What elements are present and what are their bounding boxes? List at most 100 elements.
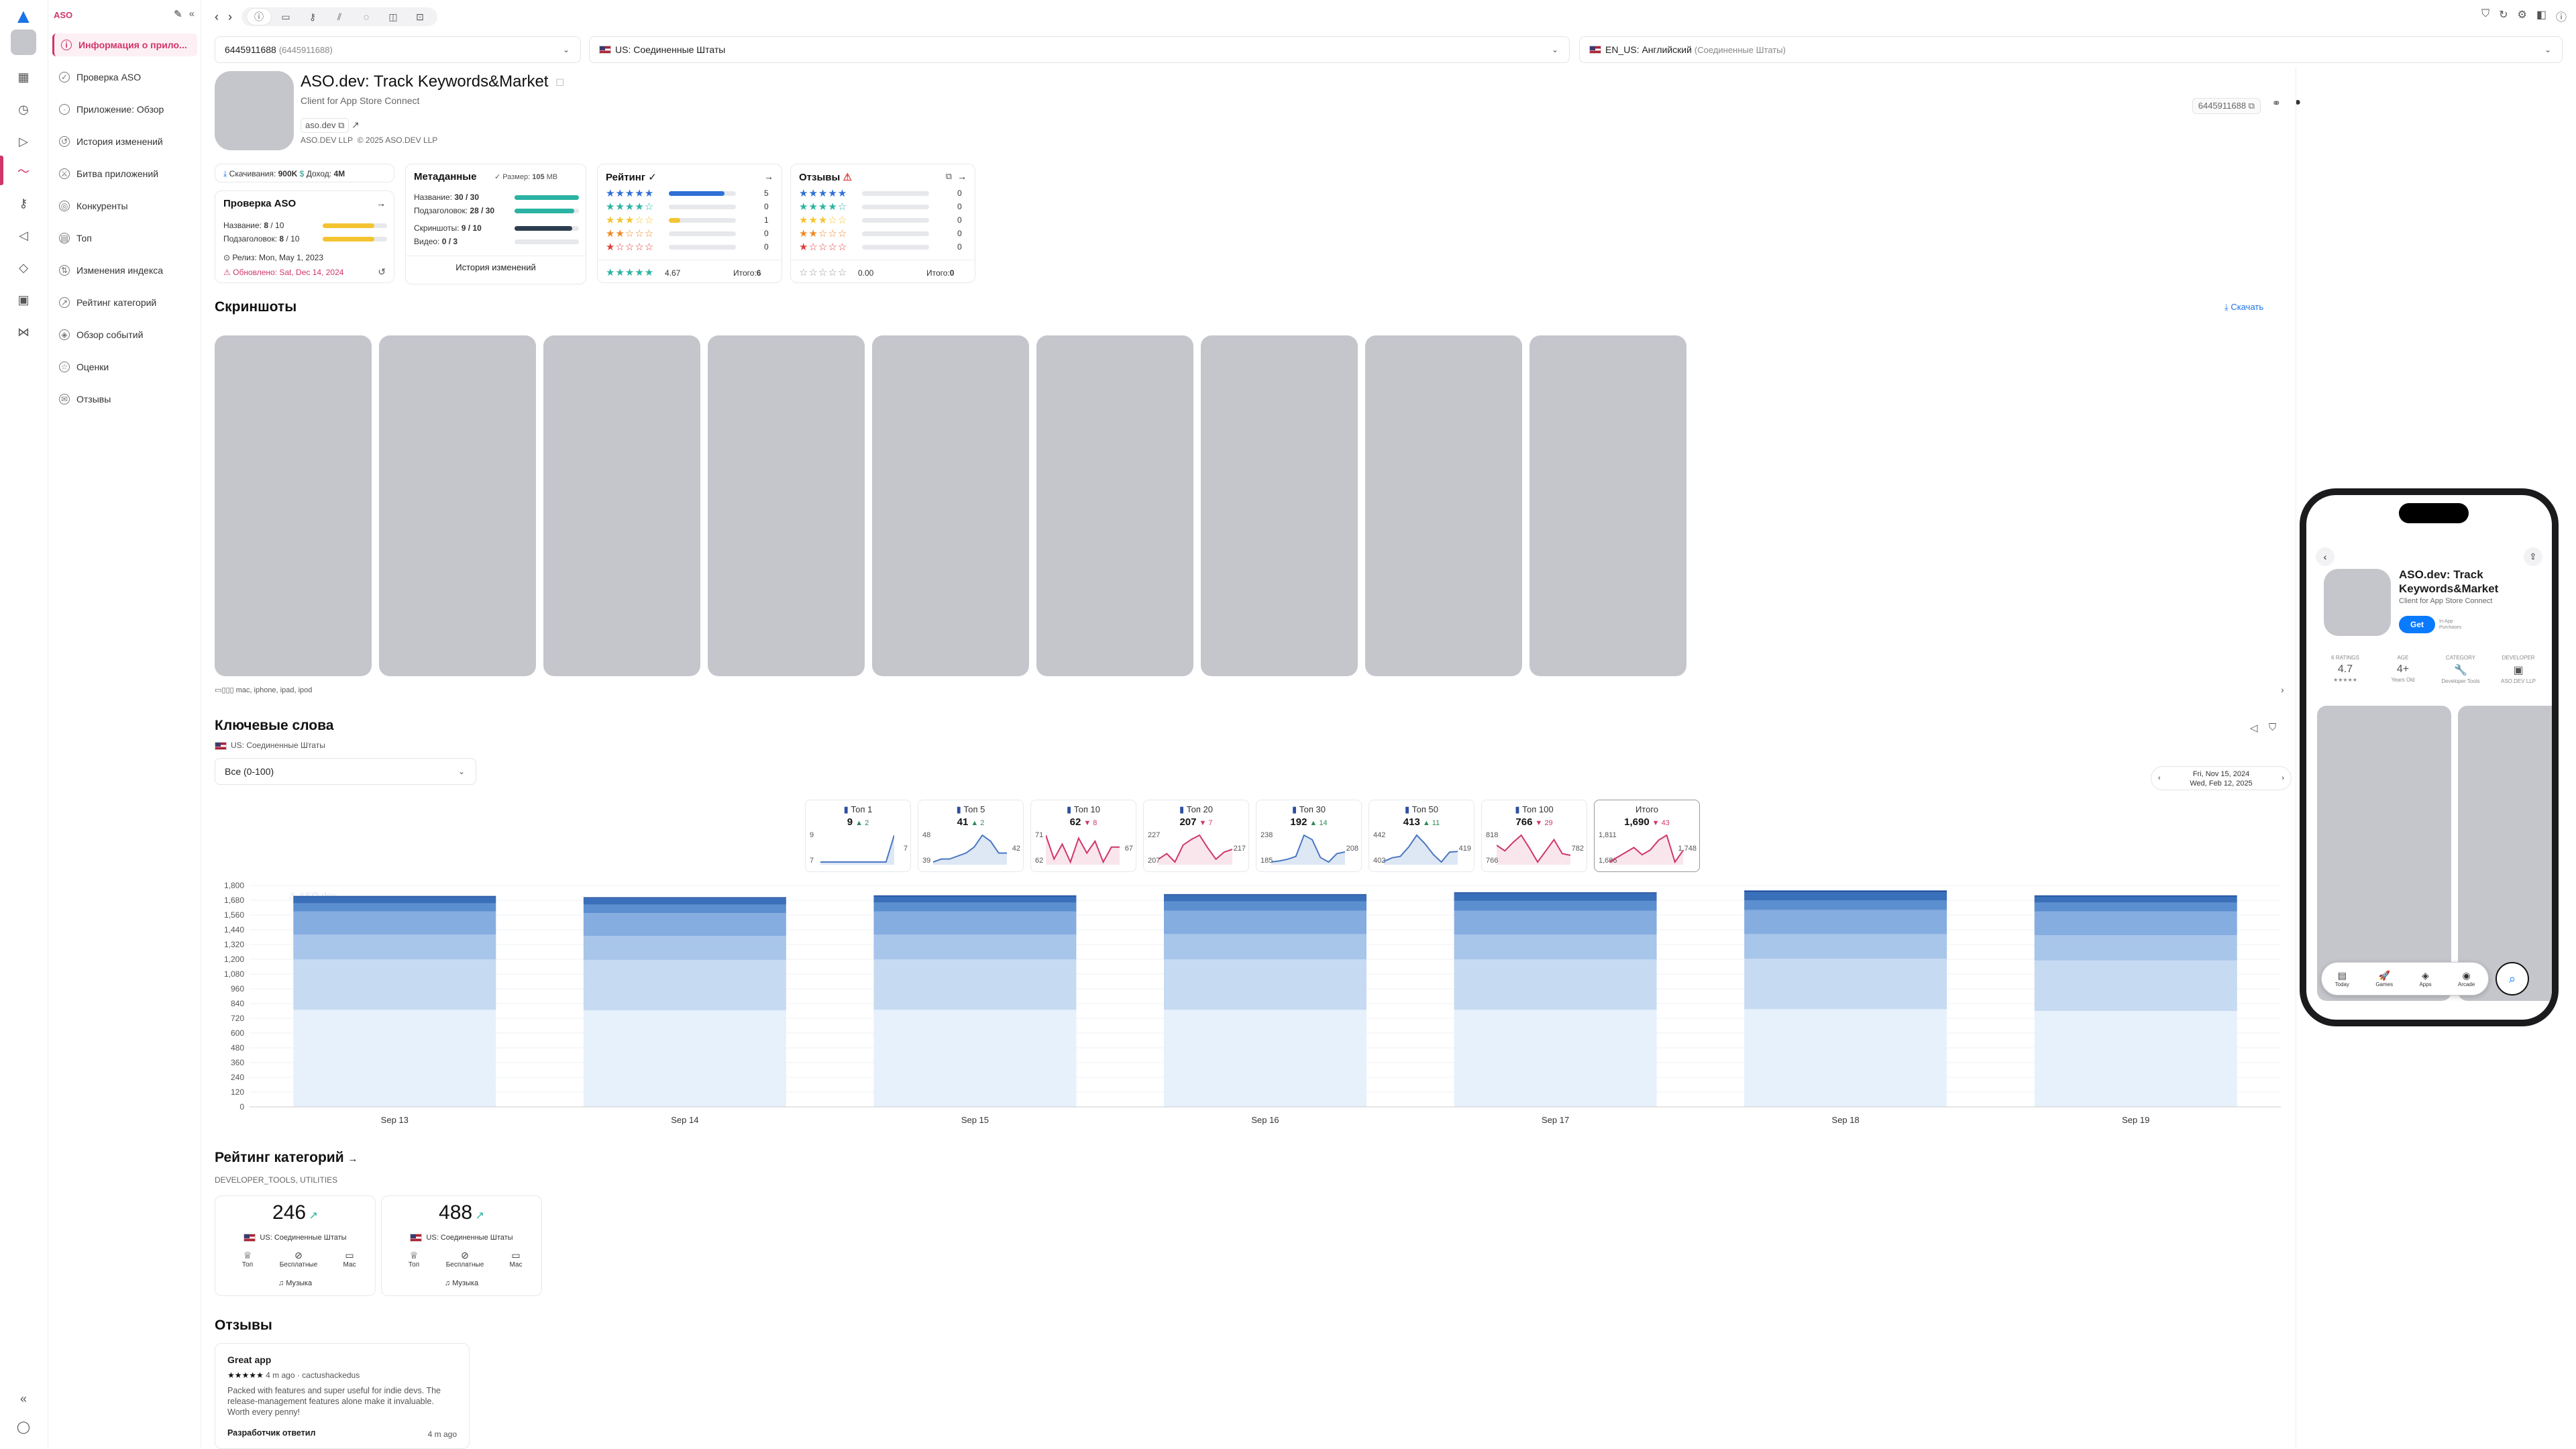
stacked-bar-segment[interactable] bbox=[873, 895, 1077, 897]
phone-search-icon[interactable]: ⌕ bbox=[2496, 962, 2529, 996]
country-select[interactable]: US: Соединенные Штаты ⌄ bbox=[589, 36, 1570, 63]
media-view-icon[interactable]: ▭ bbox=[274, 9, 298, 25]
category-tab[interactable]: ⊘ Бесплатные bbox=[273, 1250, 324, 1269]
stacked-bar-segment[interactable] bbox=[1744, 959, 1947, 1010]
chevron-left-icon[interactable]: ‹ bbox=[2158, 773, 2161, 783]
stacked-bar-segment[interactable] bbox=[873, 959, 1077, 1010]
stacked-bar-segment[interactable] bbox=[293, 896, 496, 898]
chat-view-icon[interactable]: ◌ bbox=[354, 9, 378, 25]
app-avatar[interactable] bbox=[11, 30, 36, 55]
reviews-summary-card[interactable]: Отзывы ⚠ ⧉ → ★★★★★ 0 ★★★★☆ 0 ★★★☆☆ 0 ★★☆… bbox=[790, 164, 975, 283]
top-stat-card[interactable]: ▮ Топ 50 413 ▲ 11 442 402 419 bbox=[1368, 800, 1474, 872]
category-tab[interactable]: ⊘ Бесплатные bbox=[439, 1250, 490, 1269]
rating-card[interactable]: Рейтинг ✓ → ★★★★★ 5 ★★★★☆ 0 ★★★☆☆ 1 ★★☆☆… bbox=[597, 164, 782, 283]
arrow-right-icon[interactable]: → bbox=[376, 198, 386, 209]
external-link-icon[interactable]: ↗ bbox=[352, 119, 360, 131]
keyword-range-select[interactable]: Все (0-100) ⌄ bbox=[215, 758, 476, 785]
arrow-right-icon[interactable]: → bbox=[957, 171, 967, 182]
sidebar-item-overview[interactable]: · Приложение: Обзор bbox=[52, 98, 197, 121]
grid-icon[interactable]: ▦ bbox=[13, 67, 34, 87]
screenshot-thumbnail[interactable] bbox=[379, 335, 536, 676]
category-tab[interactable]: ▭ Mac bbox=[490, 1250, 541, 1269]
screenshot-thumbnail[interactable] bbox=[708, 335, 865, 676]
stacked-bar-segment[interactable] bbox=[1164, 901, 1366, 911]
stacked-bar-segment[interactable] bbox=[1164, 895, 1366, 902]
top-stat-card[interactable]: Итого 1,690 ▼ 43 1,811 1,686 1,748 bbox=[1594, 800, 1700, 872]
stacked-bar-segment[interactable] bbox=[583, 913, 786, 936]
stacked-bar-segment[interactable] bbox=[1164, 1010, 1366, 1107]
stacked-bar-segment[interactable] bbox=[2034, 960, 2237, 1011]
stacked-bar-segment[interactable] bbox=[583, 1010, 786, 1107]
phone-tab-games[interactable]: 🚀 Games bbox=[2375, 970, 2393, 987]
collapse-icon[interactable]: « bbox=[13, 1389, 34, 1409]
category-tab[interactable]: ♕ Топ bbox=[222, 1250, 273, 1269]
stacked-bar-segment[interactable] bbox=[1164, 934, 1366, 959]
settings-icon[interactable]: ⚙ bbox=[2518, 8, 2527, 24]
category-tab[interactable]: ♕ Топ bbox=[388, 1250, 439, 1269]
category-ranking-title[interactable]: Рейтинг категорий → bbox=[215, 1150, 358, 1166]
top-stat-card[interactable]: ▮ Топ 100 766 ▼ 29 818 766 782 bbox=[1481, 800, 1587, 872]
stacked-bar-segment[interactable] bbox=[1454, 900, 1657, 911]
aso-check-card[interactable]: Проверка ASO → Название: 8 / 10 Подзагол… bbox=[215, 191, 394, 283]
stacked-bar-segment[interactable] bbox=[873, 911, 1077, 935]
sidebar-item-events[interactable]: ◈ Обзор событий bbox=[52, 323, 197, 346]
stacked-bar-segment[interactable] bbox=[583, 897, 786, 899]
stacked-bar-segment[interactable] bbox=[1164, 959, 1366, 1010]
review-card[interactable]: Great app ★★★★★ 4 m ago · cactushackedus… bbox=[215, 1343, 470, 1449]
category-rank-card[interactable]: 246 ↗ US: Соединенные Штаты ♕ Топ ⊘ Бесплатны… bbox=[215, 1195, 376, 1296]
stacked-bar-segment[interactable] bbox=[1744, 934, 1947, 959]
collapse-sidebar-icon[interactable]: « bbox=[189, 8, 195, 20]
image-icon[interactable]: ▣ bbox=[13, 290, 34, 310]
chevron-right-icon[interactable]: › bbox=[2282, 773, 2284, 783]
stacked-bar-segment[interactable] bbox=[873, 902, 1077, 912]
back-icon[interactable]: ‹ bbox=[2316, 547, 2334, 566]
info-view-icon[interactable]: ⓘ bbox=[247, 9, 271, 25]
chart-view-icon[interactable]: ⫽ bbox=[327, 9, 352, 25]
stacked-bar-segment[interactable] bbox=[1454, 910, 1657, 935]
cart-view-icon[interactable]: ⊡ bbox=[408, 9, 432, 25]
stacked-bar-segment[interactable] bbox=[2034, 895, 2237, 897]
stacked-bar-segment[interactable] bbox=[873, 934, 1077, 959]
stacked-bar-segment[interactable] bbox=[1164, 910, 1366, 934]
trend-icon[interactable]: 〜 bbox=[13, 161, 34, 181]
top-stat-card[interactable]: ▮ Топ 10 62 ▼ 8 71 62 67 bbox=[1030, 800, 1136, 872]
stacked-bar-segment[interactable] bbox=[293, 911, 496, 935]
screenshot-thumbnail[interactable] bbox=[1201, 335, 1358, 676]
stacked-bar-segment[interactable] bbox=[293, 959, 496, 1010]
app-id-select[interactable]: 6445911688 (6445911688) ⌄ bbox=[215, 36, 581, 63]
app-id-badge[interactable]: 6445911688 ⧉ bbox=[2192, 98, 2261, 114]
stacked-bar-segment[interactable] bbox=[293, 903, 496, 912]
screenshot-thumbnail[interactable] bbox=[1036, 335, 1193, 676]
stacked-bar-segment[interactable] bbox=[1454, 1010, 1657, 1107]
stacked-bar-segment[interactable] bbox=[2034, 902, 2237, 912]
phone-tab-apps[interactable]: ◈ Apps bbox=[2419, 970, 2431, 987]
stacked-bar-segment[interactable] bbox=[293, 934, 496, 959]
top-stat-card[interactable]: ▮ Топ 20 207 ▼ 7 227 207 217 bbox=[1143, 800, 1249, 872]
phone-tab-today[interactable]: ▤ Today bbox=[2335, 970, 2349, 987]
stacked-bar-segment[interactable] bbox=[583, 936, 786, 960]
stacked-bar-segment[interactable] bbox=[1744, 890, 1947, 893]
stacked-bar-segment[interactable] bbox=[1454, 893, 1657, 901]
bookmark-icon[interactable]: ◻ bbox=[555, 75, 564, 89]
screenshot-thumbnail[interactable] bbox=[1365, 335, 1522, 676]
arrow-right-icon[interactable]: → bbox=[764, 171, 773, 182]
language-select[interactable]: EN_US: Английский (Соединенные Штаты) ⌄ bbox=[1579, 36, 2563, 63]
screenshot-thumbnail[interactable] bbox=[543, 335, 700, 676]
link-icon[interactable]: ⚭ bbox=[2272, 97, 2281, 110]
history-button[interactable]: История изменений bbox=[406, 262, 586, 272]
top-stat-card[interactable]: ▮ Топ 1 9 ▲ 2977 bbox=[805, 800, 911, 872]
category-rank-card[interactable]: 488 ↗ US: Соединенные Штаты ♕ Топ ⊘ Бесплатны… bbox=[381, 1195, 542, 1296]
screenshot-thumbnail[interactable] bbox=[215, 335, 372, 676]
copy-icon[interactable]: ⧉ bbox=[946, 171, 952, 182]
forward-icon[interactable]: › bbox=[228, 10, 232, 24]
stacked-bar-segment[interactable] bbox=[293, 1010, 496, 1107]
history-icon[interactable]: ↺ bbox=[378, 266, 386, 278]
aso-logo-icon[interactable]: ▲ bbox=[13, 5, 34, 28]
stacked-bar-segment[interactable] bbox=[583, 959, 786, 1011]
stacked-bar-segment[interactable] bbox=[293, 897, 496, 904]
sidebar-item-battle[interactable]: ⚔ Битва приложений bbox=[52, 162, 197, 185]
stacked-bar-segment[interactable] bbox=[1454, 934, 1657, 959]
stacked-bar-segment[interactable] bbox=[583, 898, 786, 905]
stacked-bar-segment[interactable] bbox=[1164, 894, 1366, 896]
stacked-bar-segment[interactable] bbox=[2034, 911, 2237, 936]
